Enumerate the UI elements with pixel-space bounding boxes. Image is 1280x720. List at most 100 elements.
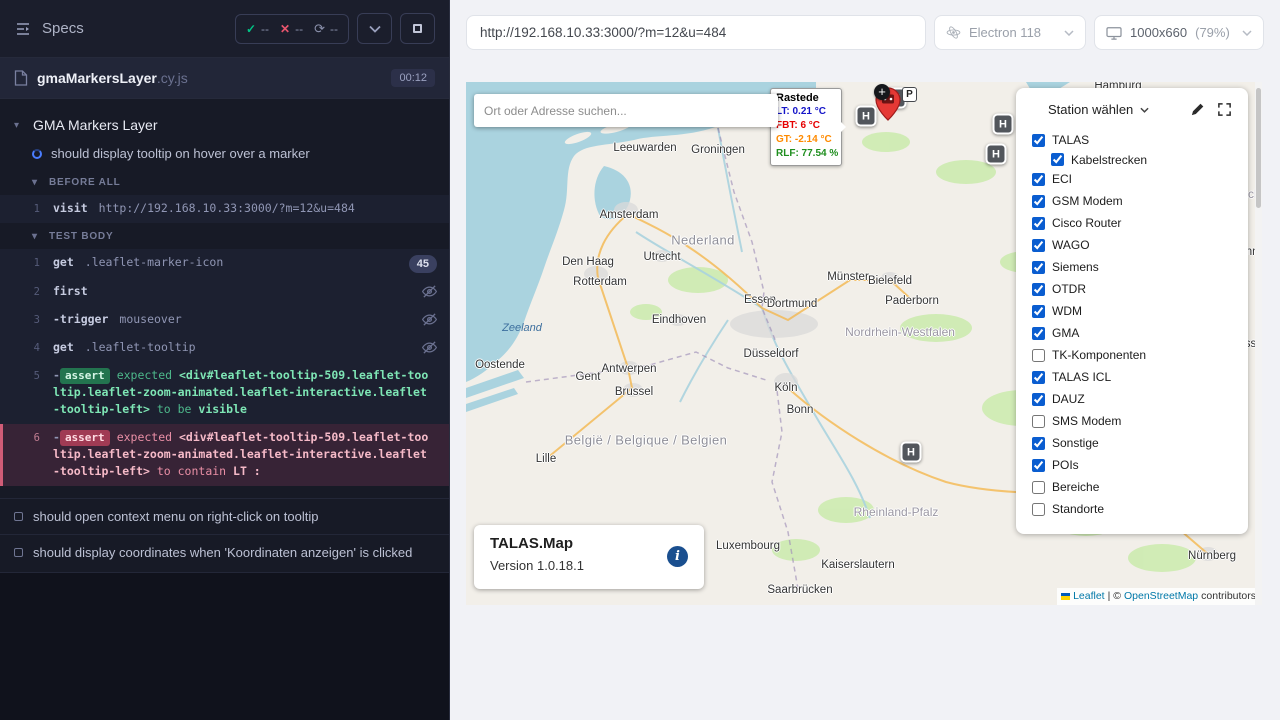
station-marker[interactable]: H	[856, 106, 877, 127]
layer-checkbox[interactable]	[1032, 173, 1045, 186]
station-marker[interactable]: H	[993, 114, 1014, 135]
layer-label: POIs	[1052, 458, 1079, 472]
command-row[interactable]: 6-assert expected <div#leaflet-tooltip-5…	[0, 424, 449, 486]
layer-label: Cisco Router	[1052, 216, 1121, 230]
assert-pill: assert	[60, 430, 110, 447]
test-stats[interactable]: ✓-- ✕-- ⟳--	[235, 14, 349, 44]
layer-checkbox[interactable]	[1051, 153, 1064, 166]
chevron-down-icon	[1064, 30, 1074, 36]
command-row[interactable]: 2 first	[0, 278, 449, 306]
command-text: visithttp://192.168.10.33:3000/?m=12&u=4…	[53, 200, 429, 217]
leaflet-link[interactable]: Leaflet	[1073, 590, 1105, 602]
command-method: get	[53, 340, 74, 354]
layer-checkbox[interactable]	[1032, 349, 1045, 362]
active-test[interactable]: should display tooltip on hover over a m…	[0, 141, 449, 169]
cypress-app: Specs ✓-- ✕-- ⟳-- gmaMarkersLayer.cy.js …	[0, 0, 1280, 720]
reporter-footer-fill	[0, 572, 449, 720]
layer-checkbox[interactable]	[1032, 134, 1045, 147]
add-marker-button[interactable]: +	[874, 84, 890, 100]
layer-item: SMS Modem	[1032, 410, 1232, 432]
station-marker[interactable]: H	[901, 442, 922, 463]
command-number: 2	[0, 283, 40, 301]
command-number: 4	[0, 339, 40, 357]
command-number: 1	[0, 200, 40, 218]
layer-checkbox[interactable]	[1032, 481, 1045, 494]
refresh-icon: ⟳	[314, 21, 325, 37]
expand-icon[interactable]	[1217, 102, 1232, 117]
command-text: get.leaflet-tooltip	[53, 339, 414, 356]
element-count-badge: 45	[409, 255, 437, 274]
browser-select[interactable]: Electron 118	[934, 15, 1086, 50]
command-row[interactable]: 1get.leaflet-marker-icon45	[0, 249, 449, 279]
test-title: should display tooltip on hover over a m…	[51, 146, 310, 161]
assert-pill: assert	[60, 368, 110, 385]
layer-checkbox[interactable]	[1032, 283, 1045, 296]
command-method: -trigger	[53, 312, 108, 326]
command-row[interactable]: 3-triggermouseover	[0, 306, 449, 334]
station-marker[interactable]: H	[986, 144, 1007, 165]
p-marker-button[interactable]: P	[902, 87, 917, 102]
layer-item: Standorte	[1032, 498, 1232, 520]
x-icon: ✕	[280, 22, 290, 36]
layer-checkbox[interactable]	[1032, 239, 1045, 252]
layer-checkbox[interactable]	[1032, 327, 1045, 340]
layer-item: TALAS ICL	[1032, 366, 1232, 388]
layer-label: GSM Modem	[1052, 194, 1123, 208]
spec-name: gmaMarkersLayer.cy.js	[37, 70, 188, 86]
info-icon[interactable]: i	[667, 546, 688, 567]
layer-label: TK-Komponenten	[1052, 348, 1146, 362]
pending-test[interactable]: should open context menu on right-click …	[0, 498, 449, 534]
command-method: visit	[53, 201, 88, 215]
viewport-select[interactable]: 1000x660 (79%)	[1094, 15, 1264, 50]
stop-icon	[413, 24, 422, 33]
suite-header[interactable]: ▾ GMA Markers Layer	[0, 109, 449, 141]
section-before-all[interactable]: ▾ BEFORE ALL	[0, 169, 449, 195]
chevron-down-icon: ▾	[32, 177, 42, 188]
app-info-panel: TALAS.Map Version 1.0.18.1 i	[474, 525, 704, 589]
station-select[interactable]: Station wählen	[1048, 102, 1149, 117]
marker-tooltip[interactable]: Rastede LT: 0.21 °CFBT: 6 °CGT: -2.14 °C…	[770, 88, 842, 166]
scrollbar-thumb[interactable]	[1256, 88, 1261, 208]
layer-checkbox[interactable]	[1032, 437, 1045, 450]
layer-checkbox[interactable]	[1032, 371, 1045, 384]
layer-label: Standorte	[1052, 502, 1104, 516]
command-row[interactable]: 1 visithttp://192.168.10.33:3000/?m=12&u=…	[0, 195, 449, 223]
stop-run-button[interactable]	[400, 13, 435, 44]
specs-title[interactable]: Specs	[42, 20, 84, 37]
spec-file-icon	[14, 70, 28, 86]
layer-item: POIs	[1032, 454, 1232, 476]
layer-checkbox[interactable]	[1032, 195, 1045, 208]
command-number: 1	[0, 254, 40, 272]
pending-tests: should open context menu on right-click …	[0, 498, 449, 570]
osm-link[interactable]: OpenStreetMap	[1124, 590, 1198, 602]
tooltip-row: GT: -2.14 °C	[776, 133, 836, 147]
layer-checkbox[interactable]	[1032, 503, 1045, 516]
layer-checkbox[interactable]	[1032, 459, 1045, 472]
layer-checkbox[interactable]	[1032, 305, 1045, 318]
layer-label: Sonstige	[1052, 436, 1099, 450]
tooltip-values: LT: 0.21 °CFBT: 6 °CGT: -2.14 °CRLF: 77.…	[776, 105, 836, 161]
search-input[interactable]	[484, 104, 768, 118]
layer-checkbox[interactable]	[1032, 261, 1045, 274]
layer-label: TALAS ICL	[1052, 370, 1111, 384]
map-viewport[interactable]: HamburgBremenLeeuwardenGroningenNiedersa…	[466, 82, 1262, 605]
spec-file[interactable]: gmaMarkersLayer.cy.js 00:12	[0, 58, 449, 99]
layer-label: WDM	[1052, 304, 1082, 318]
aut-url[interactable]: http://192.168.10.33:3000/?m=12&u=484	[466, 15, 926, 50]
edit-pencil-icon[interactable]	[1190, 102, 1205, 117]
specs-menu-icon[interactable]	[14, 20, 32, 38]
tooltip-row: LT: 0.21 °C	[776, 105, 836, 119]
layer-checkbox[interactable]	[1032, 217, 1045, 230]
layer-checkbox[interactable]	[1032, 393, 1045, 406]
station-panel: Station wählen TALASKabelstreckenECIGSM …	[1016, 88, 1248, 534]
command-text: first	[53, 283, 414, 300]
section-test-body[interactable]: ▾ TEST BODY	[0, 223, 449, 249]
command-row[interactable]: 4 get.leaflet-tooltip	[0, 334, 449, 362]
hidden-eye-icon	[414, 283, 437, 299]
map-search	[474, 94, 778, 127]
pending-test[interactable]: should display coordinates when 'Koordin…	[0, 534, 449, 570]
layer-checkbox[interactable]	[1032, 415, 1045, 428]
collapse-all-button[interactable]	[357, 13, 392, 44]
command-row[interactable]: 5-assert expected <div#leaflet-tooltip-5…	[0, 362, 449, 424]
stat-passed: ✓--	[246, 22, 269, 36]
